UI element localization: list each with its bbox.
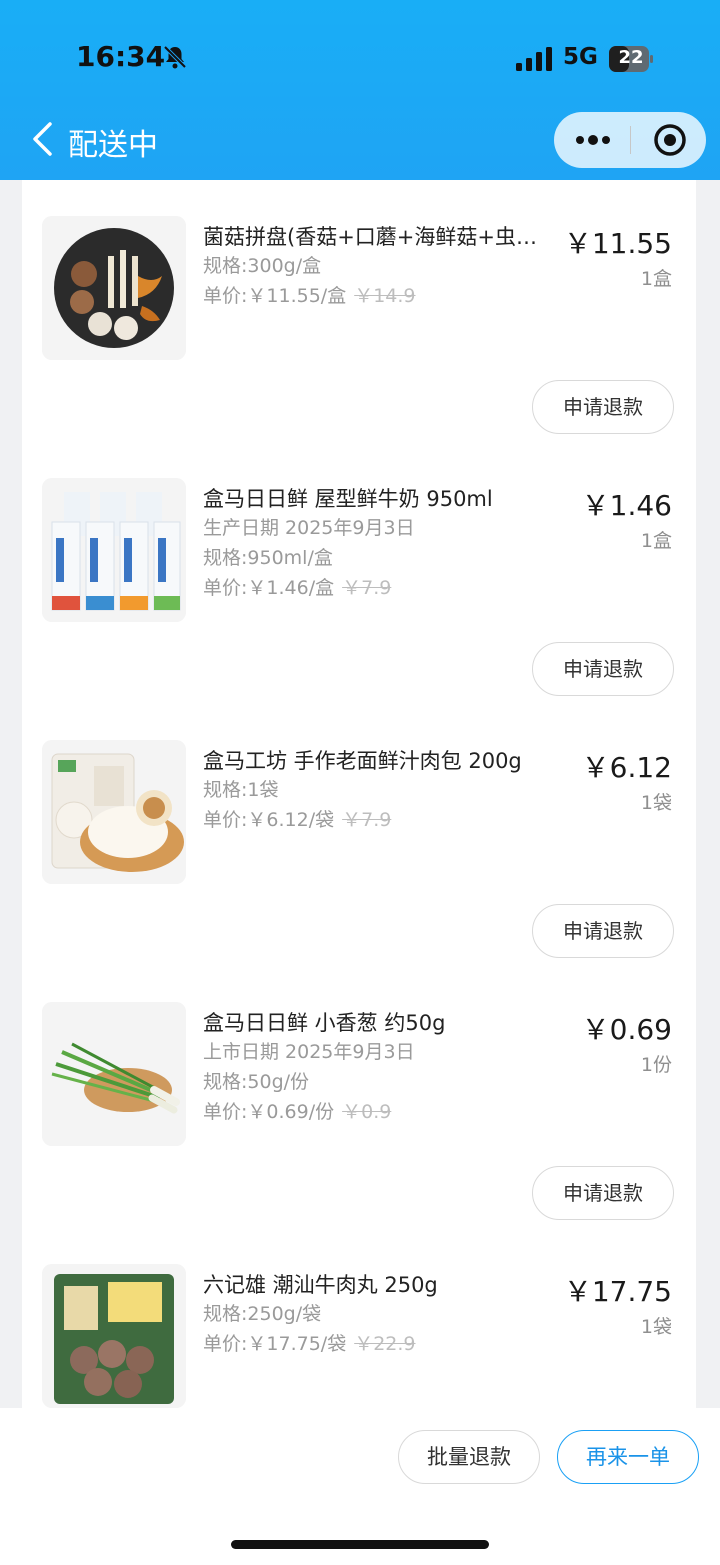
apply-refund-button[interactable]: 申请退款 bbox=[532, 904, 674, 958]
unit-price: 单价:￥1.46/盒 bbox=[203, 577, 335, 599]
item-price: ￥0.69 bbox=[581, 1013, 672, 1046]
top-bar: 16:34 5G 22 配送中 bbox=[0, 0, 720, 180]
unit-price: 单价:￥6.12/袋 bbox=[203, 809, 335, 831]
page-title: 配送中 bbox=[68, 128, 158, 163]
battery-level: 22 bbox=[618, 47, 644, 68]
bell-muted-icon bbox=[163, 45, 187, 69]
more-dots-icon[interactable] bbox=[574, 130, 612, 150]
product-image-scallion[interactable] bbox=[42, 1002, 186, 1146]
product-name[interactable]: 盒马日日鲜 屋型鲜牛奶 950ml bbox=[203, 484, 555, 514]
product-image-milk[interactable] bbox=[42, 478, 186, 622]
original-price: ￥0.9 bbox=[342, 1101, 392, 1123]
product-name[interactable]: 六记雄 潮汕牛肉丸 250g bbox=[203, 1270, 555, 1300]
item-price: ￥6.12 bbox=[581, 751, 672, 784]
apply-refund-button[interactable]: 申请退款 bbox=[532, 642, 674, 696]
apply-refund-button[interactable]: 申请退款 bbox=[532, 1166, 674, 1220]
close-target-icon[interactable] bbox=[652, 122, 688, 158]
original-price: ￥7.9 bbox=[342, 809, 392, 831]
back-chevron-icon[interactable] bbox=[30, 121, 54, 157]
product-spec: 规格:250g/袋 bbox=[203, 1303, 322, 1325]
unit-price: 单价:￥17.75/袋 bbox=[203, 1333, 347, 1355]
order-item: 盒马工坊 手作老面鲜汁肉包 200g 规格:1袋 单价:￥6.12/袋 ￥7.9 … bbox=[22, 704, 696, 966]
order-items-card: 菌菇拼盘(香菇+口蘑+海鲜菇+虫草花) 规格:300g/盒 单价:￥11.55/… bbox=[22, 180, 696, 1408]
order-item: 菌菇拼盘(香菇+口蘑+海鲜菇+虫草花) 规格:300g/盒 单价:￥11.55/… bbox=[22, 180, 696, 442]
order-item: 盒马日日鲜 屋型鲜牛奶 950ml 生产日期 2025年9月3日 规格:950m… bbox=[22, 442, 696, 704]
unit-price-row: 单价:￥11.55/盒 ￥14.9 bbox=[203, 282, 416, 310]
product-spec: 规格:300g/盒 bbox=[203, 255, 322, 277]
product-name[interactable]: 盒马日日鲜 小香葱 约50g bbox=[203, 1008, 555, 1038]
item-quantity: 1盒 bbox=[640, 530, 672, 552]
item-price: ￥11.55 bbox=[563, 227, 672, 260]
product-spec: 规格:1袋 bbox=[203, 779, 279, 801]
item-price: ￥1.46 bbox=[581, 489, 672, 522]
original-price: ￥22.9 bbox=[354, 1333, 416, 1355]
network-label: 5G bbox=[563, 44, 598, 70]
unit-price-row: 单价:￥1.46/盒 ￥7.9 bbox=[203, 574, 391, 602]
unit-price-row: 单价:￥17.75/袋 ￥22.9 bbox=[203, 1330, 416, 1358]
product-spec: 规格:50g/份 bbox=[203, 1071, 310, 1093]
batch-refund-button[interactable]: 批量退款 bbox=[398, 1430, 540, 1484]
apply-refund-button[interactable]: 申请退款 bbox=[532, 380, 674, 434]
unit-price: 单价:￥0.69/份 bbox=[203, 1101, 335, 1123]
original-price: ￥7.9 bbox=[342, 577, 392, 599]
product-image-bun[interactable] bbox=[42, 740, 186, 884]
product-image-mushroom[interactable] bbox=[42, 216, 186, 360]
unit-price-row: 单价:￥6.12/袋 ￥7.9 bbox=[203, 806, 391, 834]
mini-program-capsule bbox=[554, 112, 706, 168]
product-image-beef-balls[interactable] bbox=[42, 1264, 186, 1408]
original-price: ￥14.9 bbox=[354, 285, 416, 307]
status-time: 16:34 bbox=[76, 40, 166, 73]
item-quantity: 1袋 bbox=[640, 1316, 672, 1338]
product-spec: 规格:950ml/盒 bbox=[203, 547, 333, 569]
unit-price: 单价:￥11.55/盒 bbox=[203, 285, 347, 307]
market-date: 上市日期 2025年9月3日 bbox=[203, 1041, 415, 1063]
production-date: 生产日期 2025年9月3日 bbox=[203, 517, 415, 539]
item-quantity: 1袋 bbox=[640, 792, 672, 814]
signal-icon bbox=[516, 47, 552, 71]
item-quantity: 1份 bbox=[640, 1054, 672, 1076]
reorder-button[interactable]: 再来一单 bbox=[557, 1430, 699, 1484]
unit-price-row: 单价:￥0.69/份 ￥0.9 bbox=[203, 1098, 391, 1126]
product-name[interactable]: 菌菇拼盘(香菇+口蘑+海鲜菇+虫草花) bbox=[203, 222, 555, 252]
item-price: ￥17.75 bbox=[563, 1275, 672, 1308]
home-indicator bbox=[231, 1540, 489, 1549]
capsule-divider bbox=[630, 126, 631, 154]
product-name[interactable]: 盒马工坊 手作老面鲜汁肉包 200g bbox=[203, 746, 555, 776]
order-item: 六记雄 潮汕牛肉丸 250g 规格:250g/袋 单价:￥17.75/袋 ￥22.… bbox=[22, 1228, 696, 1408]
item-quantity: 1盒 bbox=[640, 268, 672, 290]
bottom-action-bar: 批量退款 再来一单 bbox=[0, 1408, 720, 1565]
order-item: 盒马日日鲜 小香葱 约50g 上市日期 2025年9月3日 规格:50g/份 单… bbox=[22, 966, 696, 1228]
